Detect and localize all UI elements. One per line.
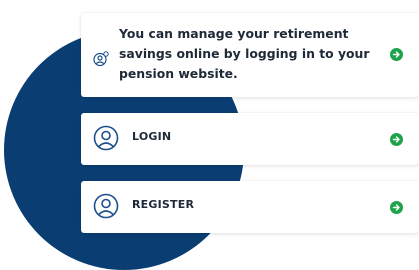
user-circle-icon [93, 125, 119, 151]
register-button[interactable]: REGISTER [81, 181, 419, 233]
info-card[interactable]: You can manage your retirement savings o… [81, 13, 419, 97]
user-settings-icon [93, 51, 109, 67]
info-text: You can manage your retirement savings o… [119, 26, 370, 81]
login-label: LOGIN [132, 130, 172, 143]
user-circle-icon [93, 193, 119, 219]
arrow-right-circle-icon[interactable] [390, 48, 403, 61]
register-label: REGISTER [132, 198, 195, 211]
arrow-right-circle-icon[interactable] [390, 201, 403, 214]
login-button[interactable]: LOGIN [81, 113, 419, 165]
arrow-right-circle-icon[interactable] [390, 133, 403, 146]
